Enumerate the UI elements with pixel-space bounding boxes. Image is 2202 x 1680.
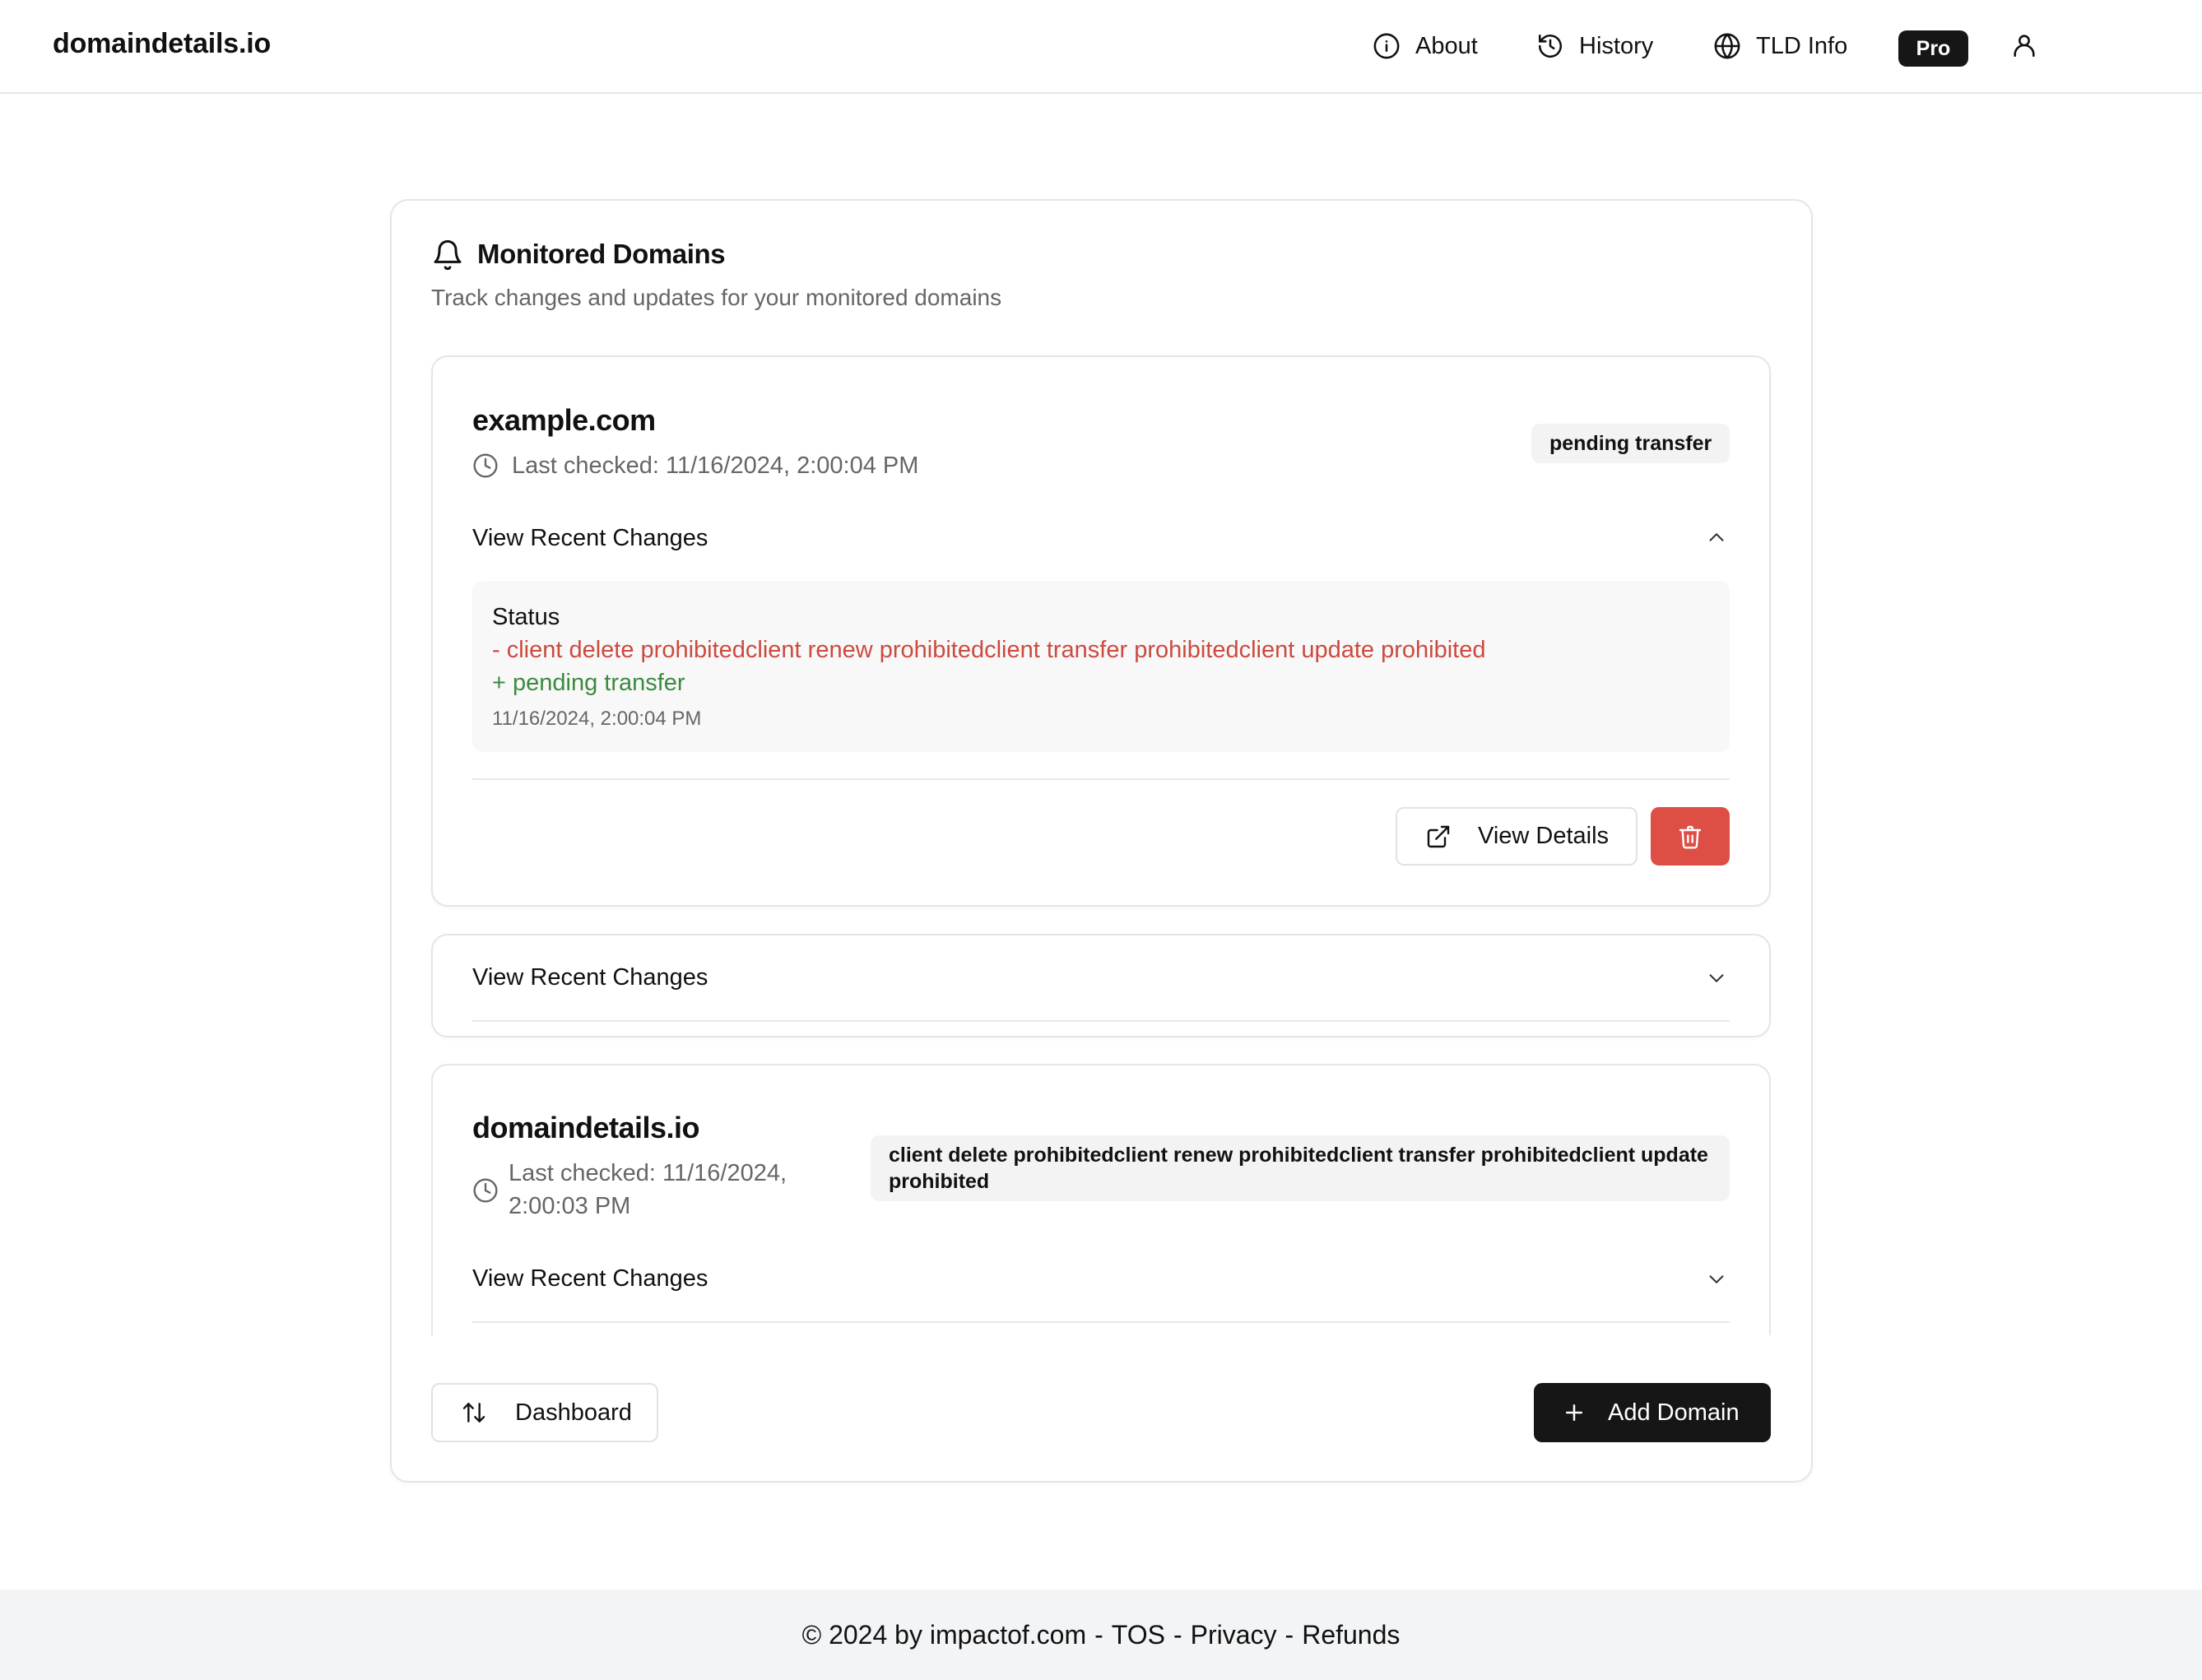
nav-history-label: History	[1579, 32, 1654, 59]
status-badge: pending transfer	[1531, 424, 1730, 463]
top-header: domaindetails.io About History TLD Info …	[0, 0, 2202, 94]
footer-copyright[interactable]: © 2024 by impactof.com	[802, 1620, 1087, 1650]
dashboard-button[interactable]: Dashboard	[431, 1383, 658, 1442]
dashboard-label: Dashboard	[515, 1399, 632, 1426]
accordion-toggle-recent-changes[interactable]: View Recent Changes	[472, 964, 708, 991]
add-domain-button[interactable]: Add Domain	[1534, 1383, 1771, 1442]
sort-arrows-icon	[462, 1403, 485, 1422]
card-subtitle: Track changes and updates for your monit…	[431, 285, 1002, 310]
view-details-label: View Details	[1478, 823, 1610, 849]
nav-history[interactable]: History	[1536, 30, 1653, 63]
change-timestamp: 11/16/2024, 2:00:04 PM	[492, 708, 702, 730]
divider	[472, 1020, 1730, 1022]
change-added: + pending transfer	[492, 670, 685, 696]
divider	[472, 1321, 1730, 1323]
clock-icon	[473, 1178, 498, 1203]
user-icon[interactable]	[2010, 31, 2038, 59]
last-checked: Last checked: 11/16/2024, 2:00:04 PM	[512, 452, 919, 479]
domain-name: example.com	[472, 403, 656, 437]
plus-icon	[1566, 1404, 1582, 1421]
footer-separator: -	[1284, 1619, 1294, 1650]
footer-separator: -	[1094, 1619, 1103, 1650]
add-domain-label: Add Domain	[1608, 1399, 1740, 1426]
clock-icon	[473, 453, 498, 478]
history-icon	[1538, 34, 1563, 58]
status-badge: client delete prohibitedclient renew pro…	[871, 1135, 1730, 1201]
trash-icon	[1679, 825, 1702, 849]
last-checked: Last checked: 11/16/2024, 2:00:03 PM	[509, 1157, 787, 1223]
footer-link-refunds[interactable]: Refunds	[1302, 1620, 1400, 1650]
nav-tld-info-label: TLD Info	[1756, 32, 1848, 59]
accordion-toggle-recent-changes[interactable]: View Recent Changes	[472, 1265, 708, 1292]
nav-tld-info[interactable]: TLD Info	[1713, 30, 1847, 63]
nav-about[interactable]: About	[1373, 30, 1478, 63]
pro-badge[interactable]: Pro	[1898, 30, 1968, 67]
chevron-down-icon[interactable]	[1704, 966, 1729, 991]
divider	[472, 778, 1730, 780]
status-badge-line2: prohibited	[889, 1170, 990, 1193]
footer-link-tos[interactable]: TOS	[1112, 1620, 1165, 1650]
card-title: Monitored Domains	[477, 239, 726, 269]
domain-name: domaindetails.io	[472, 1111, 700, 1144]
status-badge-line1: client delete prohibitedclient renew pro…	[889, 1144, 1708, 1167]
change-field: Status	[492, 604, 560, 630]
brand-logo[interactable]: domaindetails.io	[53, 28, 271, 60]
chevron-up-icon[interactable]	[1704, 525, 1729, 550]
change-removed: - client delete prohibitedclient renew p…	[492, 637, 1486, 663]
accordion-toggle-recent-changes[interactable]: View Recent Changes	[472, 525, 708, 552]
last-checked-line1: Last checked: 11/16/2024,	[509, 1160, 787, 1186]
globe-icon	[1714, 33, 1740, 59]
last-checked-line2: 2:00:03 PM	[509, 1193, 631, 1219]
external-link-icon	[1427, 825, 1450, 847]
footer-separator: -	[1173, 1619, 1182, 1650]
nav-about-label: About	[1415, 32, 1478, 59]
view-details-button[interactable]: View Details	[1396, 807, 1638, 866]
footer-link-privacy[interactable]: Privacy	[1191, 1620, 1277, 1650]
delete-button[interactable]	[1651, 807, 1730, 866]
footer: © 2024 by impactof.com - TOS - Privacy -…	[0, 1590, 2202, 1680]
bell-icon	[434, 239, 462, 271]
chevron-down-icon[interactable]	[1704, 1267, 1729, 1292]
info-icon	[1373, 33, 1400, 59]
